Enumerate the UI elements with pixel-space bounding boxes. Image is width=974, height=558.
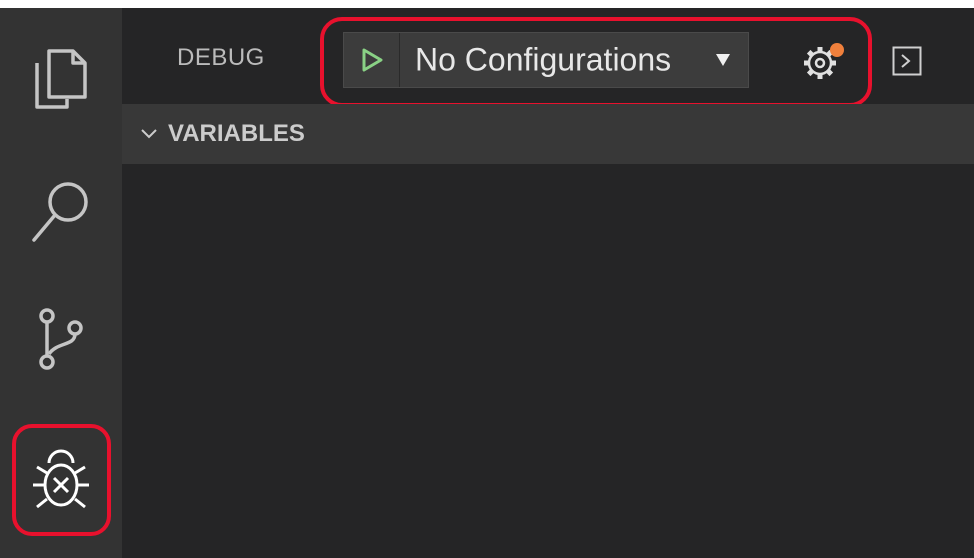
variables-section-header[interactable]: VARIABLES [122,104,974,164]
chevron-down-icon [140,128,158,140]
activity-explorer[interactable] [0,24,122,134]
source-control-icon [39,308,83,370]
debug-sidebar: DEBUG No Configurations VARIABLES [122,8,974,558]
view-title: DEBUG [177,44,265,71]
activity-bar [0,8,122,558]
debug-header: DEBUG No Configurations [122,8,974,107]
vscode-window: DEBUG No Configurations VARIABLES [0,0,974,558]
activity-search[interactable] [0,156,122,266]
debug-console-button[interactable] [892,46,922,76]
activity-source-control[interactable] [0,284,122,394]
files-icon [35,49,87,109]
debug-console-icon [892,46,922,76]
debug-highlight [12,424,111,536]
search-icon [32,182,88,242]
variables-panel [122,164,974,558]
section-title: VARIABLES [168,120,305,147]
toolbar-highlight [320,17,872,107]
